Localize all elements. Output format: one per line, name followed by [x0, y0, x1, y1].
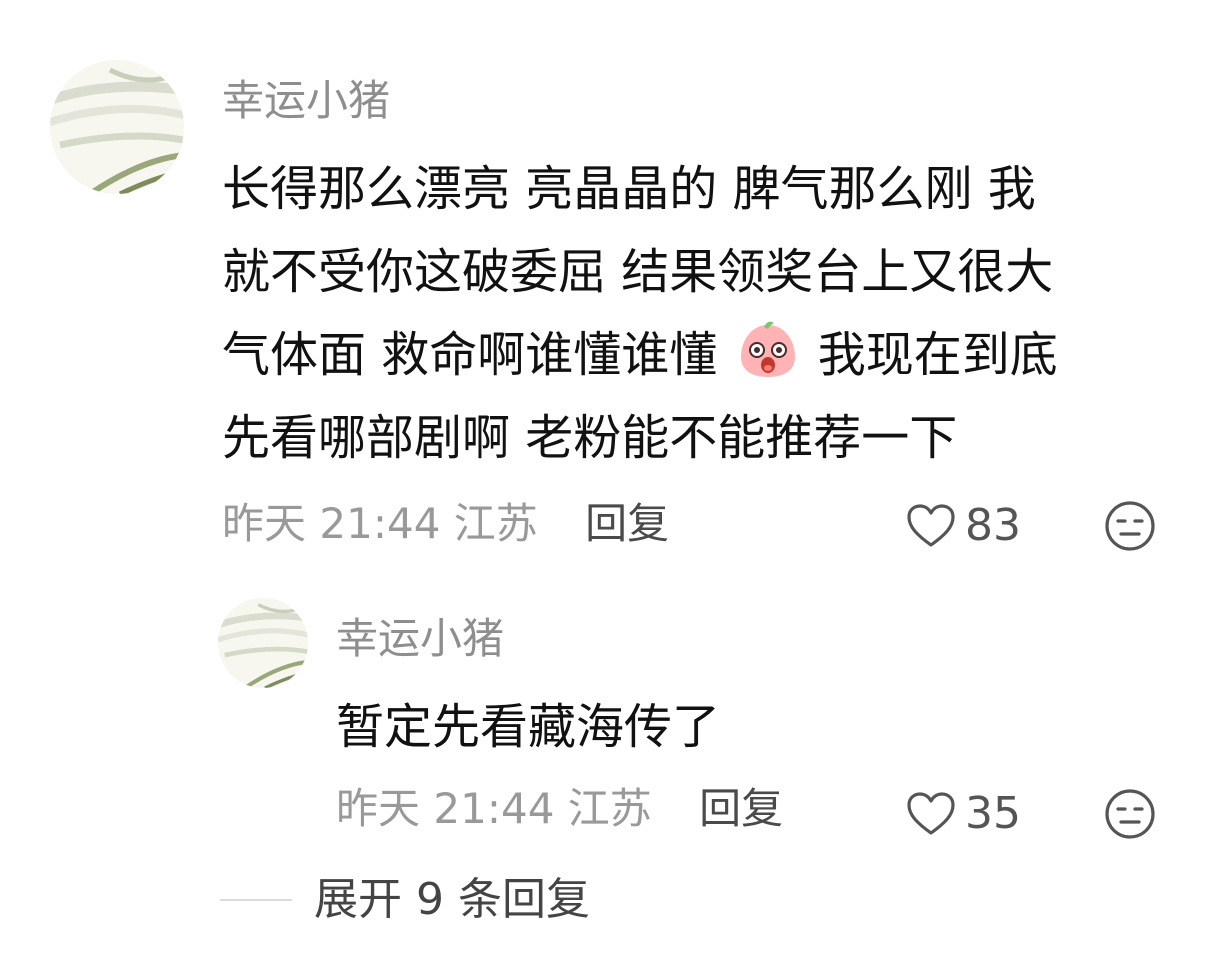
comment-text-line: 气体面 救命啊谁懂谁懂 我现在到底 [222, 314, 1162, 397]
comment-meta: 昨天 21:44 江苏 回复 [222, 503, 669, 545]
reply-text: 暂定先看藏海传了 [336, 699, 721, 755]
like-button[interactable]: 83 [905, 503, 1021, 549]
expand-replies-button[interactable]: 展开 9 条回复 [220, 878, 590, 922]
reply-dislike-button[interactable] [1104, 788, 1156, 844]
comment-time: 21:44 [319, 499, 441, 548]
reply-location: 江苏 [567, 784, 652, 833]
reply-time: 21:44 [433, 784, 555, 833]
reply-date: 昨天 [336, 784, 421, 833]
reply-like-button[interactable]: 35 [905, 791, 1021, 837]
avatar[interactable] [50, 60, 184, 194]
surprised-emoji-icon [737, 319, 799, 381]
comment-text-line: 长得那么漂亮 亮晶晶的 脾气那么刚 我 [222, 161, 1036, 217]
comment-text: 长得那么漂亮 亮晶晶的 脾气那么刚 我 就不受你这破委屈 结果领奖台上又很大 气… [222, 148, 1162, 480]
heart-outline-icon [907, 504, 955, 547]
comment-date: 昨天 [222, 499, 307, 548]
expand-replies-label: 展开 9 条回复 [314, 874, 590, 925]
like-count: 83 [965, 500, 1021, 551]
reply-avatar[interactable] [218, 598, 308, 688]
comment-text-segment: 我现在到底 [817, 327, 1058, 383]
meh-face-icon [1105, 501, 1155, 551]
expand-divider [220, 899, 292, 901]
comment-text-line: 先看哪部剧啊 老粉能不能推荐一下 [222, 410, 958, 466]
comment-text-segment: 气体面 救命啊谁懂谁懂 [222, 327, 718, 383]
reply-username[interactable]: 幸运小猪 [336, 618, 504, 660]
reply-like-count: 35 [965, 788, 1021, 839]
comment-username[interactable]: 幸运小猪 [222, 80, 390, 122]
reply-reply-button[interactable]: 回复 [699, 784, 783, 833]
comment-text-line: 就不受你这破委屈 结果领奖台上又很大 [222, 244, 1054, 300]
reply-meta: 昨天 21:44 江苏 回复 [336, 788, 783, 830]
meh-face-icon [1105, 789, 1155, 839]
heart-outline-icon [907, 792, 955, 835]
dislike-button[interactable] [1104, 500, 1156, 556]
comment-location: 江苏 [453, 499, 538, 548]
reply-button[interactable]: 回复 [585, 499, 669, 548]
